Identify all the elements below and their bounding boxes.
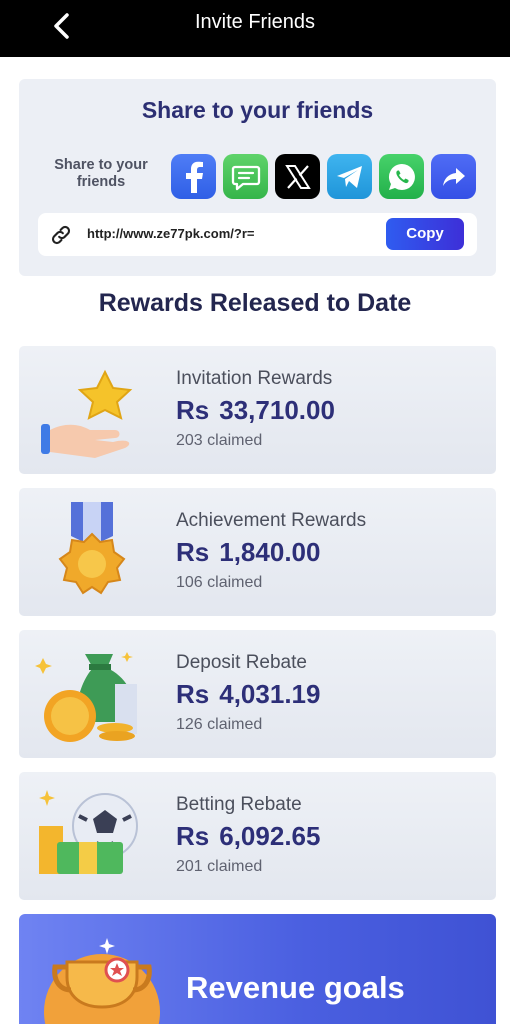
reward-claimed-count: 126 claimed xyxy=(176,716,263,733)
soccer-cash-icon xyxy=(39,790,138,874)
reward-value: 1,840.00 xyxy=(219,537,321,567)
reward-name: Betting Rebate xyxy=(176,794,302,815)
reward-name: Invitation Rewards xyxy=(176,368,333,389)
link-icon xyxy=(51,225,71,245)
telegram-icon xyxy=(336,165,362,188)
star-hand-icon xyxy=(41,369,133,458)
reward-amount: Rs 1,840.00 xyxy=(176,537,320,568)
invite-link-row: http://www.ze77pk.com/?r= Copy xyxy=(38,213,477,256)
reward-amount: Rs 6,092.65 xyxy=(176,821,320,852)
sms-share-button[interactable] xyxy=(223,154,268,199)
currency-symbol: Rs xyxy=(176,679,210,709)
reward-card-betting[interactable]: Betting Rebate Rs 6,092.65 201 claimed xyxy=(19,772,496,900)
reward-name: Deposit Rebate xyxy=(176,652,307,673)
forward-share-button[interactable] xyxy=(431,154,476,199)
share-card: Share to your friends Share to your frie… xyxy=(19,79,496,276)
invite-url: http://www.ze77pk.com/?r= xyxy=(87,226,255,241)
reward-amount: Rs 33,710.00 xyxy=(176,395,335,426)
reward-amount: Rs 4,031.19 xyxy=(176,679,320,710)
reward-card-achievement[interactable]: Achievement Rewards Rs 1,840.00 106 claim… xyxy=(19,488,496,616)
currency-symbol: Rs xyxy=(176,537,210,567)
reward-claimed-count: 106 claimed xyxy=(176,574,263,591)
telegram-share-button[interactable] xyxy=(327,154,372,199)
reward-claimed-count: 203 claimed xyxy=(176,432,263,449)
reward-name: Achievement Rewards xyxy=(176,510,367,531)
trophy-icon xyxy=(44,938,160,1024)
reward-value: 33,710.00 xyxy=(219,395,335,425)
reward-value: 4,031.19 xyxy=(219,679,321,709)
currency-symbol: Rs xyxy=(176,821,210,851)
reward-card-invitation[interactable]: Invitation Rewards Rs 33,710.00 203 claim… xyxy=(19,346,496,474)
sms-icon xyxy=(231,165,260,190)
facebook-share-button[interactable] xyxy=(171,154,216,199)
copy-button[interactable]: Copy xyxy=(386,218,464,250)
share-title: Share to your friends xyxy=(141,97,374,123)
x-share-button[interactable] xyxy=(275,154,320,199)
facebook-icon xyxy=(185,161,203,193)
reward-card-deposit[interactable]: Deposit Rebate Rs 4,031.19 126 claimed xyxy=(19,630,496,758)
forward-icon xyxy=(442,167,465,186)
medal-icon xyxy=(58,502,126,595)
whatsapp-share-button[interactable] xyxy=(379,154,424,199)
page-title: Invite Friends xyxy=(194,11,316,33)
rewards-section-title: Rewards Released to Date xyxy=(98,289,412,317)
reward-value: 6,092.65 xyxy=(219,821,321,851)
currency-symbol: Rs xyxy=(176,395,210,425)
reward-claimed-count: 201 claimed xyxy=(176,858,263,875)
top-bar: Invite Friends xyxy=(0,0,510,57)
money-bag-icon xyxy=(35,652,137,742)
x-icon xyxy=(284,164,311,189)
revenue-goals-banner[interactable]: Revenue goals xyxy=(19,914,496,1024)
revenue-goals-label: Revenue goals xyxy=(186,970,405,1005)
whatsapp-icon xyxy=(388,163,415,190)
share-label: Share to your friends xyxy=(54,157,148,190)
